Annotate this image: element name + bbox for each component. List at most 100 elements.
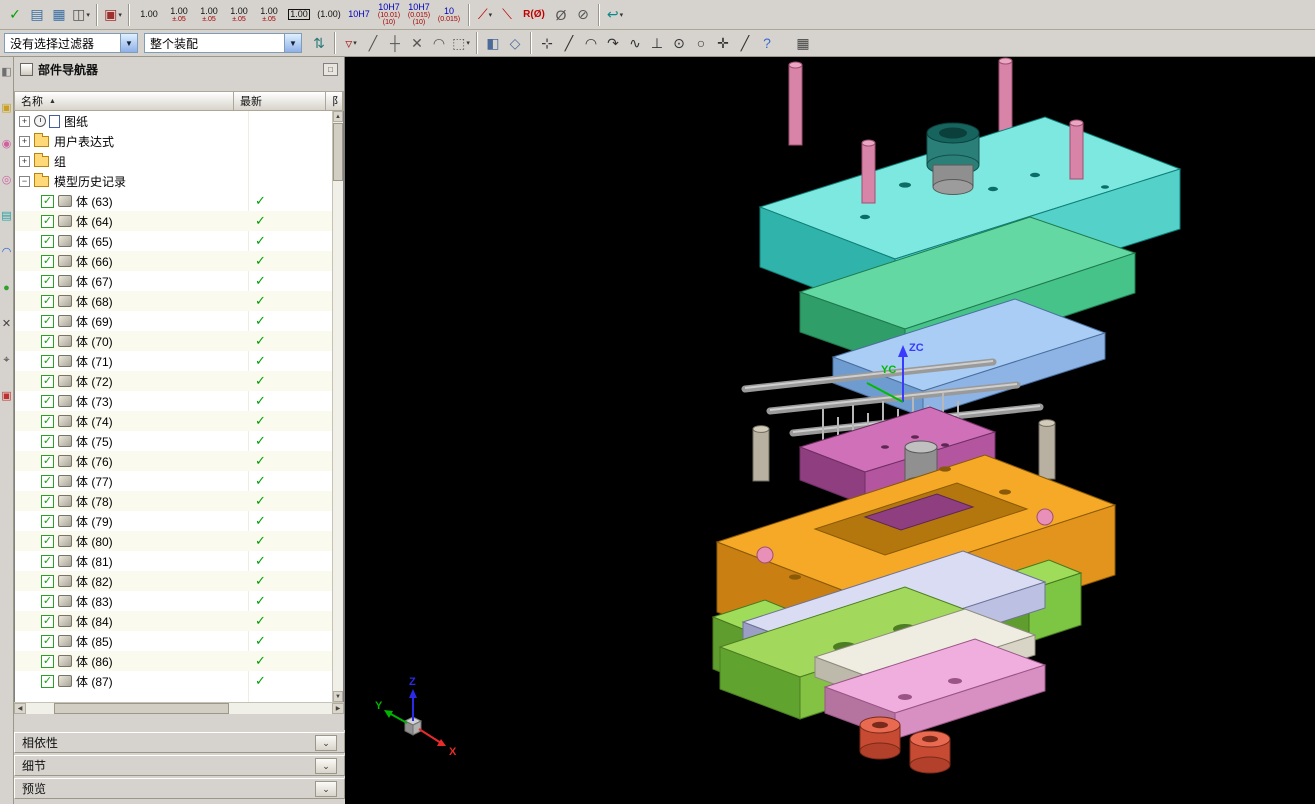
checkbox-icon[interactable]: ✓ [41,214,54,228]
checkbox-icon[interactable]: ✓ [41,374,54,388]
checkbox-icon[interactable]: ✓ [41,634,54,648]
scrollbar-thumb[interactable] [333,123,343,181]
docked-arc-icon[interactable]: ◠ [0,245,13,259]
tree-item-body[interactable]: ✓ 体 (77) ✓ [15,471,332,491]
tree-item-body[interactable]: ✓ 体 (78) ✓ [15,491,332,511]
dimension-style-button[interactable]: 10 (0.015) [434,1,464,28]
point-on-curve-icon[interactable]: ⊙ [668,31,690,55]
dimension-style-button[interactable]: 1.00 [134,1,164,28]
table-icon[interactable]: ▦ [48,3,70,27]
viewport-3d[interactable]: ZC YC Z Y X [345,57,1315,804]
checkbox-icon[interactable]: ✓ [41,674,54,688]
docked-sketch-icon[interactable]: ▣ [0,101,13,115]
column-header-status[interactable]: 最新 [234,92,326,110]
checkbox-icon[interactable]: ✓ [41,574,54,588]
selection-filter-combo[interactable]: 没有选择过滤器 ▼ [4,33,138,53]
checkbox-icon[interactable]: ✓ [41,294,54,308]
tree-item-drawings[interactable]: + 图纸 [15,111,332,131]
tree-item-body[interactable]: ✓ 体 (87) ✓ [15,671,332,691]
selection-scope-combo[interactable]: 整个装配 ▼ [144,33,302,53]
dimension-style-button[interactable]: 1.00 ±.05 [194,1,224,28]
column-header-name[interactable]: 名称 ▲ [15,92,234,110]
dimension-style-button[interactable]: (1.00) [314,1,344,28]
dimension-style-button[interactable]: 10H7 [344,1,374,28]
chevron-down-icon[interactable]: ⌄ [315,780,337,797]
tree-item-body[interactable]: ✓ 体 (73) ✓ [15,391,332,411]
slash-icon[interactable]: ╱ [734,31,756,55]
circle-icon[interactable]: ○ [690,31,712,55]
tree-item-body[interactable]: ✓ 体 (63) ✓ [15,191,332,211]
expand-icon[interactable]: + [19,155,30,167]
checkbox-icon[interactable]: ✓ [41,334,54,348]
snap-arc-center-icon[interactable]: ◠ [428,31,450,55]
dimension-style-button[interactable]: 10H7 (0.015) (10) [404,1,434,28]
scrollbar-thumb[interactable] [54,703,229,714]
checkbox-icon[interactable]: ✓ [41,434,54,448]
combo-dropdown-icon[interactable]: ▼ [120,34,137,52]
tree-item-body[interactable]: ✓ 体 (72) ✓ [15,371,332,391]
tree-item-body[interactable]: ✓ 体 (86) ✓ [15,651,332,671]
tree-item-body[interactable]: ✓ 体 (85) ✓ [15,631,332,651]
sort-ascending-icon[interactable]: ▲ [49,98,56,105]
chevron-down-icon[interactable]: ⌄ [315,734,337,751]
tree-item-body[interactable]: ✓ 体 (67) ✓ [15,271,332,291]
checkbox-icon[interactable]: ✓ [41,194,54,208]
checkbox-icon[interactable]: ✓ [41,314,54,328]
tree-item-user-expressions[interactable]: + 用户表达式 [15,131,332,151]
chevron-down-icon[interactable]: ▾ [118,11,122,19]
docked-view-icon[interactable]: ◧ [0,65,13,79]
diameter-icon[interactable]: Ø [550,3,572,27]
tree-item-body[interactable]: ✓ 体 (84) ✓ [15,611,332,631]
checkbox-icon[interactable]: ✓ [41,534,54,548]
slant-dimension-2-icon[interactable]: ⟍ [496,3,518,27]
tree-item-body[interactable]: ✓ 体 (81) ✓ [15,551,332,571]
expand-icon[interactable]: + [19,135,30,147]
tree-item-group[interactable]: + 组 [15,151,332,171]
dimension-style-button[interactable]: 1.00 ±.05 [254,1,284,28]
collapsible-panel-header[interactable]: 细节 ⌄ [14,755,345,776]
checkbox-icon[interactable]: ✓ [41,234,54,248]
tree-horizontal-scrollbar[interactable]: ◀ ▶ [14,702,344,714]
tree-item-body[interactable]: ✓ 体 (80) ✓ [15,531,332,551]
docked-red-icon[interactable]: ▣ [0,389,13,403]
tree-item-body[interactable]: ✓ 体 (69) ✓ [15,311,332,331]
scroll-right-icon[interactable]: ▶ [332,703,344,714]
chevron-down-icon[interactable]: ▾ [620,11,624,19]
dimension-style-button[interactable]: 1.00 ±.05 [164,1,194,28]
finish-sketch-icon[interactable]: ✓ [4,3,26,27]
snap-intersection-icon[interactable]: ✕ [406,31,428,55]
point-dialog-icon[interactable]: ⊹ [536,31,558,55]
checkbox-icon[interactable]: ✓ [41,554,54,568]
chevron-down-icon[interactable]: ▾ [489,11,493,19]
checkbox-icon[interactable]: ✓ [41,454,54,468]
snap-point-icon[interactable]: ▿ ▾ [340,31,362,55]
tree-item-body[interactable]: ✓ 体 (83) ✓ [15,591,332,611]
chevron-down-icon[interactable]: ▾ [466,39,470,47]
stamp-icon[interactable]: ▣ ▾ [102,3,124,27]
slant-dimension-icon[interactable]: ⟋ ▾ [474,3,496,27]
checkbox-icon[interactable]: ✓ [41,594,54,608]
checkbox-icon[interactable]: ✓ [41,414,54,428]
dimension-style-button[interactable]: 1.00 ±.05 [224,1,254,28]
perpendicular-icon[interactable]: ⊥ [646,31,668,55]
dimension-style-button[interactable]: 1.00 [284,1,314,28]
chevron-down-icon[interactable]: ▾ [353,39,357,47]
checkbox-icon[interactable]: ✓ [41,254,54,268]
collapsible-panel-header[interactable]: 相依性 ⌄ [14,732,345,753]
tree-item-body[interactable]: ✓ 体 (74) ✓ [15,411,332,431]
tree-item-body[interactable]: ✓ 体 (65) ✓ [15,231,332,251]
shaded-view-icon[interactable]: ◧ [482,31,504,55]
marquee-select-icon[interactable]: ⬚ ▾ [450,31,472,55]
line-icon[interactable]: ╱ [558,31,580,55]
sheet-edit-icon[interactable]: ▤ [26,3,48,27]
checkbox-icon[interactable]: ✓ [41,394,54,408]
docked-teal-icon[interactable]: ▤ [0,209,13,223]
wireframe-view-icon[interactable]: ◇ [504,31,526,55]
arc-icon[interactable]: ◠ [580,31,602,55]
undo-icon[interactable]: ↩ ▾ [604,3,626,27]
radius-diameter-label-icon[interactable]: R(Ø) [518,3,550,27]
reorder-icon[interactable]: ⇅ [308,31,330,55]
docked-magenta-icon[interactable]: ◉ [0,137,13,151]
snap-midpoint-icon[interactable]: ┼ [384,31,406,55]
docked-cross-icon[interactable]: ✕ [0,317,13,331]
